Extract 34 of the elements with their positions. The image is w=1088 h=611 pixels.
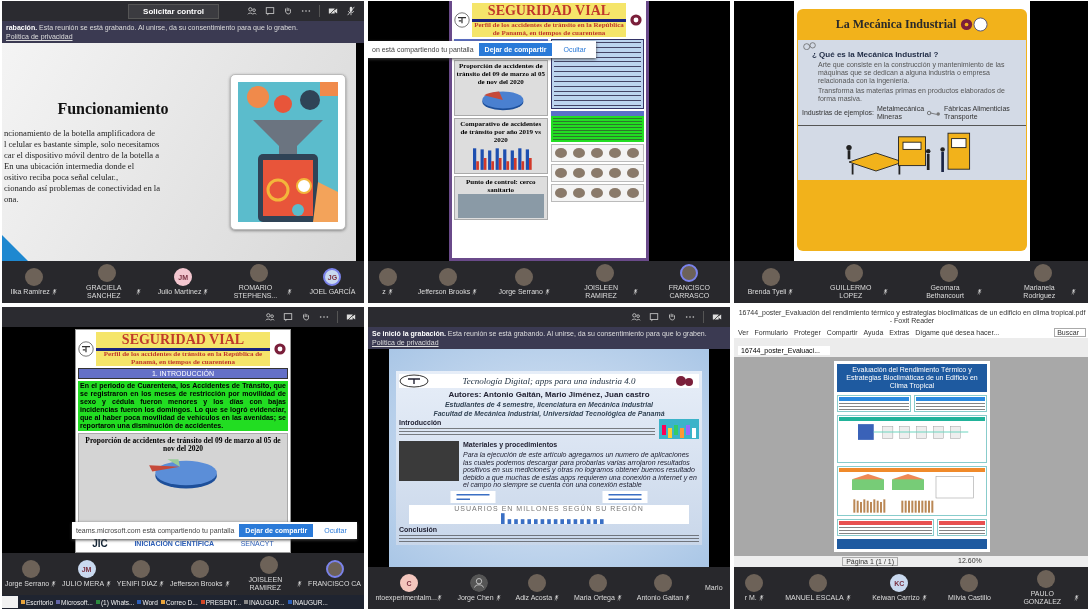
people-icon[interactable] <box>247 6 257 16</box>
chat-icon[interactable] <box>649 312 659 322</box>
infographic-title: La Mecánica Industrial <box>835 17 957 32</box>
mic-off-icon[interactable] <box>346 6 356 16</box>
raise-hand-icon[interactable] <box>667 312 677 322</box>
logo-text: JIC <box>92 538 108 549</box>
raise-hand-icon[interactable] <box>301 312 311 322</box>
people-icon[interactable] <box>265 312 275 322</box>
search-field[interactable] <box>2 596 18 608</box>
poster-title: SEGURIDAD VIAL <box>472 3 626 22</box>
gear-logo-icon <box>960 17 989 32</box>
poster-section <box>936 519 987 536</box>
camera-off-icon[interactable] <box>712 312 722 322</box>
chat-icon[interactable] <box>265 6 275 16</box>
slide-paragraph: ncionamiento de la botella amplificadora de l celular es bastante simple, solo necesitamos car el dispositivo móvil dentro de la botella a En una ubicación intermedia donde el ositivo reciba poca señal celular., cionando así problemas de conectividad en la ona. <box>4 127 161 205</box>
raise-hand-icon[interactable] <box>283 6 293 16</box>
chat-icon[interactable] <box>283 312 293 322</box>
poster-title: SEGURIDAD VIAL <box>96 332 270 351</box>
photo-placeholder <box>399 441 459 482</box>
request-control-button[interactable]: Solicitar control <box>128 3 219 19</box>
question-heading: ¿ Qué es la Mecánica Industrial ? <box>812 50 940 59</box>
wrench-gear-icon <box>927 110 942 116</box>
camera-off-icon[interactable] <box>346 312 356 322</box>
app-icons-drawing <box>659 419 699 440</box>
poster-authors: Autores: Antonio Gaitán, Mario Jiménez, Juan castro <box>447 390 651 400</box>
university-logo-icon <box>78 341 94 357</box>
university-logo-icon <box>454 12 470 28</box>
camera-off-icon[interactable] <box>328 6 338 16</box>
people-icon[interactable] <box>631 312 641 322</box>
corner-triangle-shape <box>2 235 28 261</box>
gear-logo-icon <box>628 12 644 28</box>
poster-title: Tecnología Digital; apps para una industria 4.0 <box>461 376 637 387</box>
gear-logo-icon <box>272 341 288 357</box>
slide-title: Funcionamiento <box>57 99 169 118</box>
